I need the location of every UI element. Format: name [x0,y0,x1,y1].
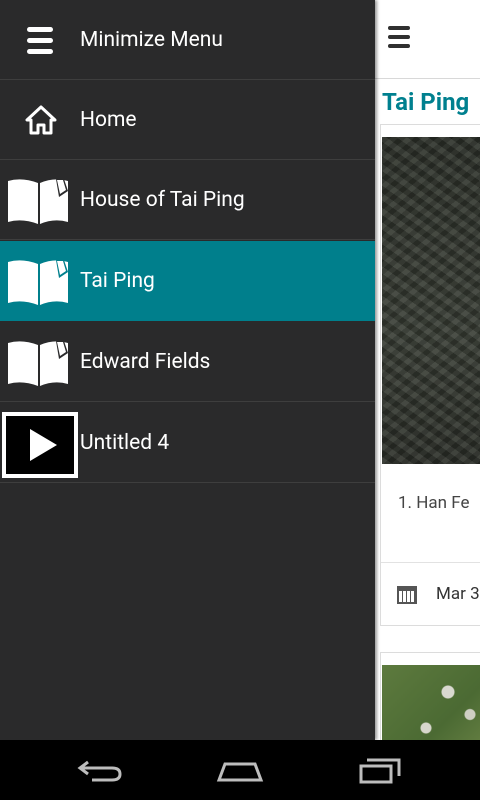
calendar-icon [397,586,417,604]
book-icon [8,260,68,305]
content-toolbar [375,0,480,79]
menu-item-edward-fields[interactable]: Edward Fields [0,322,375,402]
home-icon [25,105,57,135]
home-icon[interactable] [215,754,265,786]
date-row: Mar 3 [381,562,480,625]
menu-item-label: Tai Ping [80,269,155,293]
navigation-drawer: Minimize Menu Home House of Tai Ping Tai… [0,0,375,740]
article-thumbnail-2[interactable] [382,665,480,740]
hamburger-icon [27,27,53,54]
article-item-text: 1. Han Fe [398,493,470,513]
article-card-2[interactable] [380,652,480,740]
hamburger-icon[interactable] [388,26,410,48]
menu-item-tai-ping[interactable]: Tai Ping [0,241,375,321]
menu-item-label: Minimize Menu [80,28,223,52]
menu-item-label: Home [80,108,137,132]
menu-item-house-of-tai-ping[interactable]: House of Tai Ping [0,160,375,240]
menu-item-minimize[interactable]: Minimize Menu [0,0,375,80]
menu-item-home[interactable]: Home [0,80,375,160]
system-nav-bar [0,740,480,800]
article-thumbnail[interactable] [382,137,480,464]
page-title: Tai Ping [382,88,470,116]
back-icon[interactable] [76,754,126,786]
article-card[interactable]: 1. Han Fe Mar 3 [380,124,480,626]
play-icon [2,412,78,478]
recent-apps-icon[interactable] [355,754,405,786]
book-icon [8,179,68,224]
main-content: Tai Ping 1. Han Fe Mar 3 [375,0,480,740]
menu-item-label: Untitled 4 [80,431,170,455]
menu-item-untitled-4[interactable]: Untitled 4 [0,403,375,483]
menu-item-label: House of Tai Ping [80,188,245,212]
article-date: Mar 3 [436,584,480,604]
book-icon [8,341,68,386]
menu-item-label: Edward Fields [80,350,211,374]
